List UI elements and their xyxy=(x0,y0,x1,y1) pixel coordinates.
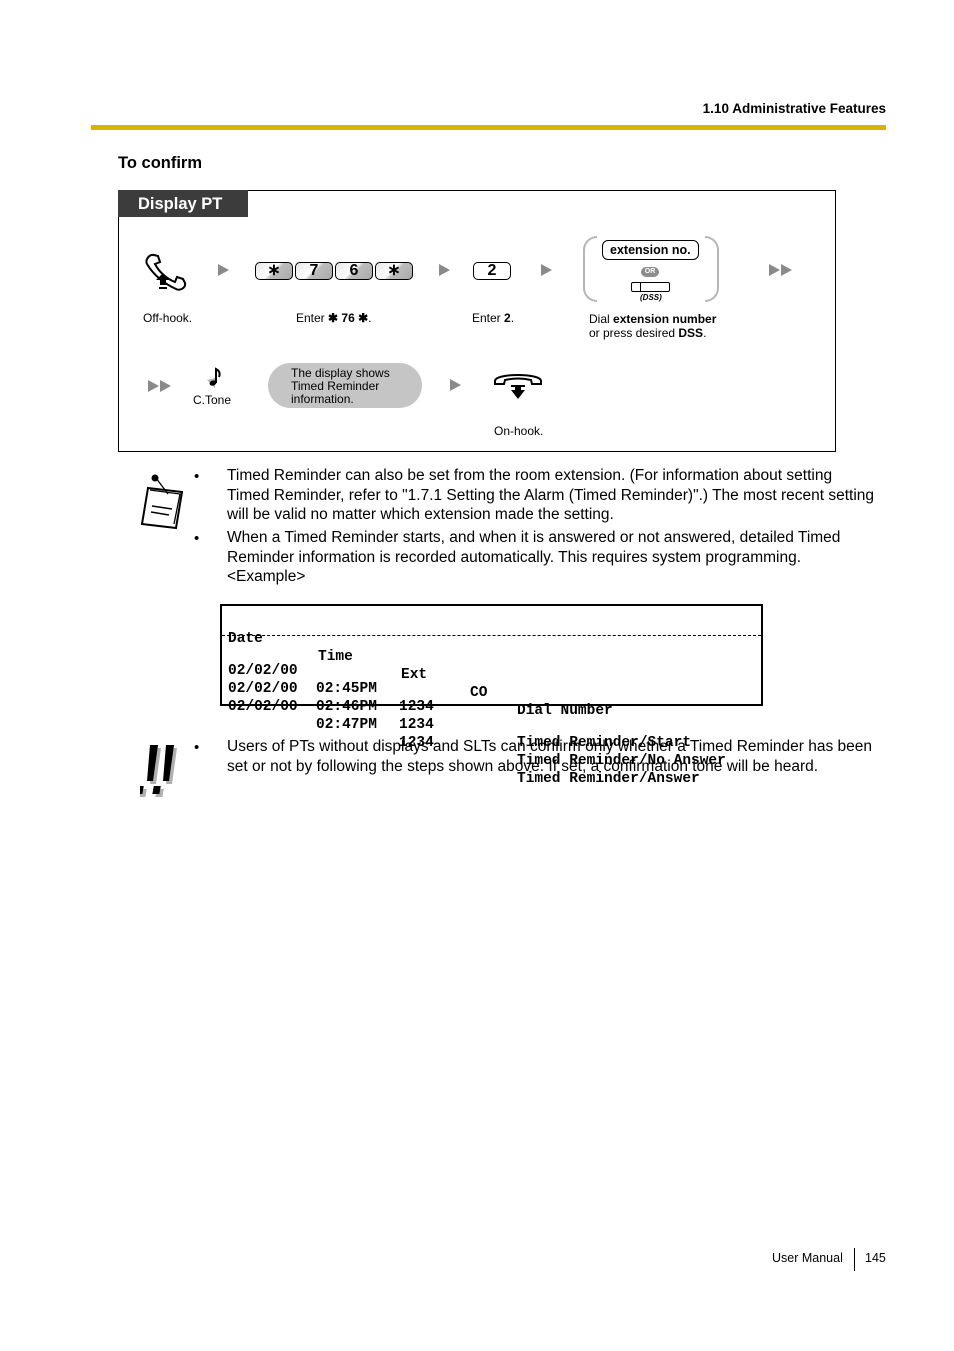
off-hook-icon xyxy=(143,252,191,297)
dss-key-icon xyxy=(631,282,670,292)
on-hook-caption: On-hook. xyxy=(494,424,544,438)
digit-key-7: 7 xyxy=(295,262,333,280)
step-arrow-icon xyxy=(541,264,552,276)
dial-extension-caption: Dial extension number or press desired D… xyxy=(589,312,716,340)
caption-text: Dial xyxy=(589,312,614,326)
extension-number-box: extension no. xyxy=(602,240,699,260)
digit-key-6: 6 xyxy=(335,262,373,280)
caption-text: Enter xyxy=(472,311,505,325)
caption-digit: 2 xyxy=(504,311,511,325)
or-badge: OR xyxy=(641,267,659,277)
star-key: ∗ xyxy=(375,262,413,280)
memo-note-icon xyxy=(138,472,188,535)
caption-text: . xyxy=(368,311,372,325)
c-tone-label: C.Tone xyxy=(193,393,232,407)
header-rule xyxy=(91,125,886,130)
caption-code: ✱ 76 ✱ xyxy=(328,311,369,325)
dashed-divider xyxy=(222,635,761,636)
col-header-ext: Ext xyxy=(401,667,428,683)
col-header-co: CO xyxy=(470,685,488,701)
note-bullet-text: Timed Reminder can also be set from the … xyxy=(227,467,875,523)
cell-date: 02/02/00 xyxy=(228,699,298,715)
step-arrow-icon xyxy=(450,379,461,391)
col-header-dial-number: Dial Number xyxy=(517,703,613,719)
enter-code-caption: Enter ✱ 76 ✱. xyxy=(296,311,371,325)
example-log-table: Date Time Ext CO Dial Number 02/02/00 02… xyxy=(220,604,763,787)
display-info-bubble: The display shows Timed Reminder informa… xyxy=(268,363,422,408)
caption-text: . xyxy=(703,326,707,340)
footer-label: User Manual xyxy=(772,1251,843,1265)
page-number: 145 xyxy=(865,1251,886,1265)
warning-exclamation-icon xyxy=(135,745,182,804)
caption-text: or press desired xyxy=(589,326,679,340)
digit-key-2: 2 xyxy=(473,262,511,280)
star-key: ∗ xyxy=(255,262,293,280)
continue-arrow-icon xyxy=(148,380,171,392)
on-hook-icon xyxy=(492,369,544,408)
bullet: • xyxy=(194,468,200,485)
step-arrow-icon xyxy=(439,264,450,276)
example-label: <Example> xyxy=(227,568,306,585)
caption-bold: extension number xyxy=(613,312,717,326)
caption-bold: DSS xyxy=(678,326,704,340)
section-header: 1.10 Administrative Features xyxy=(702,101,886,116)
right-bracket xyxy=(705,236,719,302)
feature-code-keys: ∗ 7 6 ∗ xyxy=(255,262,413,280)
note-bullet-text: When a Timed Reminder starts, and when i… xyxy=(227,529,841,566)
cell-ext: 1234 xyxy=(399,699,434,715)
cell-time: 02:47PM xyxy=(316,717,377,733)
cell-time: 02:45PM xyxy=(316,681,377,697)
section-subtitle: To confirm xyxy=(118,154,203,172)
footer-divider xyxy=(854,1248,855,1271)
caption-text: Enter xyxy=(296,311,329,325)
bullet: • xyxy=(194,739,200,756)
enter-2-caption: Enter 2. xyxy=(472,311,514,325)
warning-bullet-text: Users of PTs without displays and SLTs c… xyxy=(227,738,872,775)
bullet: • xyxy=(194,530,200,547)
col-header-time: Time xyxy=(318,649,353,665)
continue-arrow-icon xyxy=(769,264,792,276)
caption-text: . xyxy=(510,311,515,325)
step-arrow-icon xyxy=(218,264,229,276)
cell-time: 02:46PM xyxy=(316,699,377,715)
cell-ext: 1234 xyxy=(399,717,434,733)
dss-label: (DSS) xyxy=(640,293,662,302)
bubble-line: information. xyxy=(291,392,354,406)
off-hook-caption: Off-hook. xyxy=(143,311,193,325)
left-bracket xyxy=(583,236,597,302)
diagram-tab-label: Display PT xyxy=(118,190,248,217)
